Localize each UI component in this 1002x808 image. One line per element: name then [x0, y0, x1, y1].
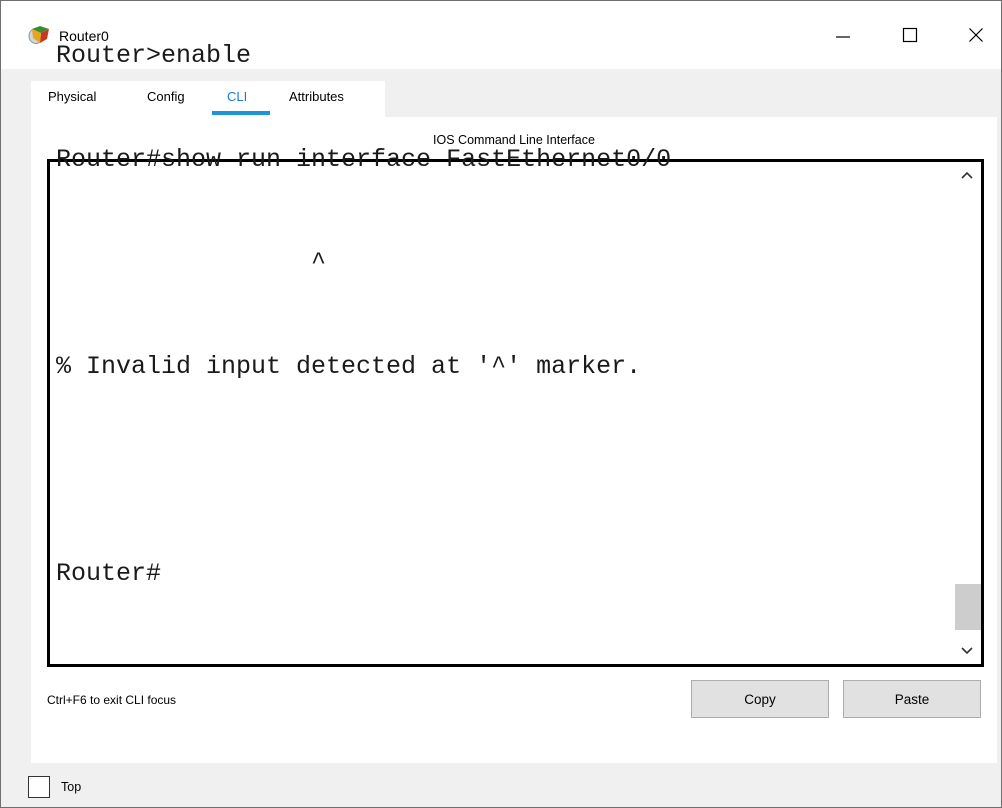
maximize-button[interactable] — [887, 13, 933, 57]
scroll-down-button[interactable] — [953, 638, 981, 664]
console-line: % Invalid input detected at '^' marker. — [56, 351, 642, 381]
console-scrollbar[interactable] — [953, 162, 981, 664]
cli-console[interactable]: Router>enable Router#show run interface … — [47, 41, 984, 667]
top-checkbox[interactable] — [28, 776, 50, 798]
cli-panel: IOS Command Line Interface Router>enable… — [31, 41, 997, 763]
minimize-button[interactable] — [820, 13, 866, 57]
top-checkbox-label: Top — [61, 780, 82, 794]
paste-button[interactable]: Paste — [843, 680, 981, 718]
maximize-icon — [902, 27, 918, 43]
chevron-down-icon — [960, 644, 974, 659]
console-line: ^ — [56, 248, 327, 277]
console-line: Router>enable — [56, 41, 252, 70]
console-prompt-line: Router# — [56, 558, 162, 588]
close-icon — [968, 27, 984, 43]
cli-focus-hint: Ctrl+F6 to exit CLI focus — [47, 693, 177, 707]
console-output[interactable]: Router>enable Router#show run interface … — [56, 0, 671, 660]
scroll-thumb[interactable] — [955, 584, 981, 630]
router-window: Router0 Physical Config CLI Attributes I… — [0, 0, 1002, 808]
router-app-icon — [27, 25, 51, 47]
scroll-up-button[interactable] — [953, 162, 981, 188]
close-button[interactable] — [953, 13, 999, 57]
copy-button[interactable]: Copy — [691, 680, 829, 718]
chevron-up-icon — [960, 168, 974, 183]
console-line: Router#show run interface FastEthernet0/… — [56, 144, 672, 174]
minimize-icon — [835, 27, 851, 43]
